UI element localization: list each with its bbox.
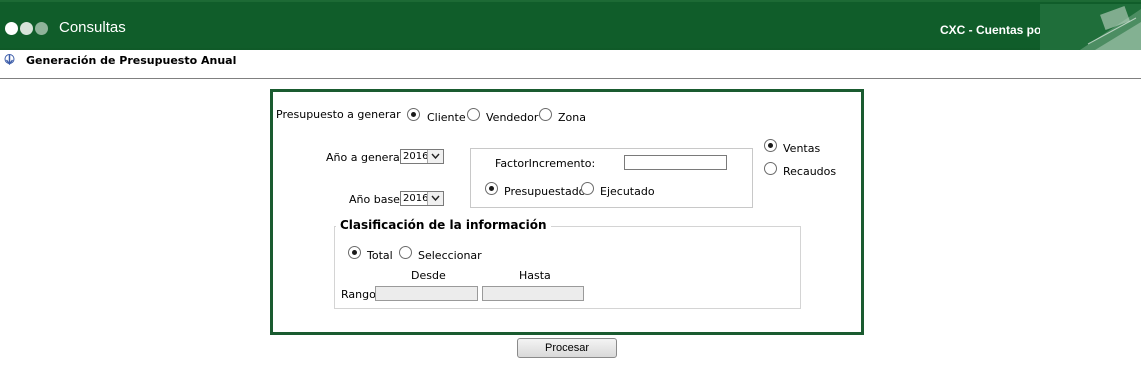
hasta-label: Hasta <box>519 269 551 282</box>
rango-label: Rango <box>341 288 376 301</box>
radio-cliente[interactable] <box>407 108 420 121</box>
app-header: Consultas CXC - Cuentas por Cobrar <box>0 0 1141 50</box>
radio-vendedor[interactable] <box>467 108 480 121</box>
header-decoration-icon <box>1040 4 1141 50</box>
radio-presupuestado-label: Presupuestado <box>504 185 586 198</box>
anio-generar-select[interactable]: 2016 <box>400 149 444 164</box>
clasificacion-group: Clasificación de la información Total Se… <box>334 218 801 309</box>
factor-label: FactorIncremento: <box>495 157 596 170</box>
radio-recaudos-label: Recaudos <box>783 165 837 178</box>
radio-ejecutado[interactable] <box>581 182 594 195</box>
chevron-down-icon[interactable] <box>427 192 443 205</box>
presupuesto-form: Presupuesto a generar Cliente Vendedor Z… <box>270 89 864 335</box>
factor-input[interactable] <box>624 155 727 170</box>
desde-input[interactable] <box>375 286 478 301</box>
radio-vendedor-label: Vendedor <box>486 111 539 124</box>
factor-group: FactorIncremento: Presupuestado Ejecutad… <box>470 148 753 208</box>
radio-zona-label: Zona <box>558 111 586 124</box>
radio-total[interactable] <box>348 246 361 259</box>
hasta-input[interactable] <box>482 286 584 301</box>
anio-generar-value: 2016 <box>403 151 429 162</box>
radio-cliente-label: Cliente <box>427 111 466 124</box>
procesar-button[interactable]: Procesar <box>517 338 617 358</box>
desde-label: Desde <box>411 269 446 282</box>
radio-ventas-label: Ventas <box>783 142 821 155</box>
anio-base-value: 2016 <box>403 193 429 204</box>
page-title: Generación de Presupuesto Anual <box>26 54 237 67</box>
dot-icon <box>35 22 48 35</box>
radio-ejecutado-label: Ejecutado <box>600 185 655 198</box>
chevron-down-icon[interactable] <box>427 150 443 163</box>
header-bar: Consultas CXC - Cuentas por Cobrar <box>0 2 1141 50</box>
page-heading: Generación de Presupuesto Anual <box>0 50 1141 79</box>
dot-icon <box>5 22 18 35</box>
radio-ventas[interactable] <box>764 139 777 152</box>
radio-total-label: Total <box>367 249 393 262</box>
anio-base-select[interactable]: 2016 <box>400 191 444 206</box>
radio-presupuestado[interactable] <box>485 182 498 195</box>
app-title: Consultas <box>59 19 126 36</box>
radio-seleccionar[interactable] <box>399 246 412 259</box>
anio-generar-label: Año a generar: <box>326 151 408 164</box>
radio-seleccionar-label: Seleccionar <box>418 249 482 262</box>
radio-zona[interactable] <box>539 108 552 121</box>
clasificacion-title: Clasificación de la información <box>336 218 551 232</box>
presupuesto-label: Presupuesto a generar <box>276 108 401 121</box>
download-arrow-icon <box>4 54 15 69</box>
anio-base-label: Año base: <box>349 193 404 206</box>
dot-icon <box>20 22 33 35</box>
radio-recaudos[interactable] <box>764 162 777 175</box>
